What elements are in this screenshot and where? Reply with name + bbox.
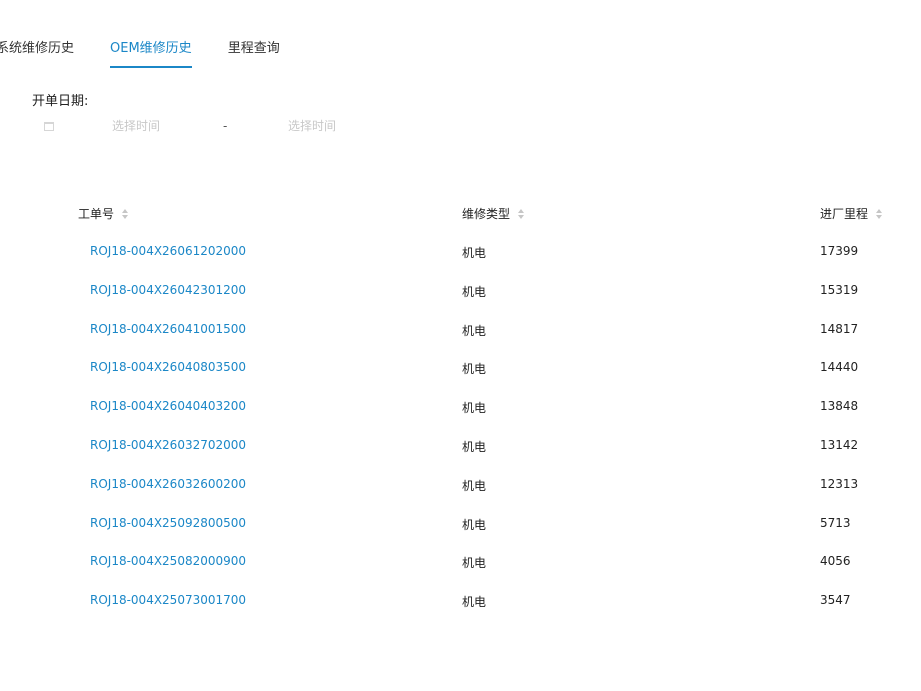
tab-system-repair-history[interactable]: 系统维修历史 — [0, 38, 74, 68]
mileage-cell: 15319 — [820, 282, 859, 297]
table-row: ROJ18-004X25082000900 机电 4056 — [0, 542, 921, 581]
table-row: ROJ18-004X25092800500 机电 5713 — [0, 504, 921, 543]
column-header-label: 进厂里程 — [820, 207, 869, 221]
mileage-cell: 12313 — [820, 476, 859, 491]
date-range-picker[interactable]: - — [40, 116, 378, 140]
column-header-repair-type[interactable]: 维修类型 — [462, 205, 525, 222]
repair-type-cell: 机电 — [462, 323, 487, 338]
table-row: ROJ18-004X26041001500 机电 14817 — [0, 310, 921, 349]
calendar-icon — [44, 122, 54, 131]
repair-history-table: 工单号 维修类型 进厂里程 ROJ18-004X26061202000 机电 1… — [0, 194, 921, 620]
table-row: ROJ18-004X26040803500 机电 14440 — [0, 348, 921, 387]
repair-type-cell: 机电 — [462, 401, 487, 416]
sort-icon[interactable] — [518, 208, 525, 219]
order-no-link[interactable]: ROJ18-004X26040803500 — [90, 360, 246, 374]
repair-type-cell: 机电 — [462, 595, 487, 610]
repair-type-cell: 机电 — [462, 284, 487, 299]
repair-type-cell: 机电 — [462, 362, 487, 377]
repair-type-cell: 机电 — [462, 478, 487, 493]
mileage-cell: 14440 — [820, 360, 859, 375]
order-no-link[interactable]: ROJ18-004X26042301200 — [90, 283, 246, 297]
mileage-cell: 13142 — [820, 437, 859, 452]
repair-type-cell: 机电 — [462, 556, 487, 571]
column-header-label: 维修类型 — [462, 207, 511, 221]
repair-type-cell: 机电 — [462, 439, 487, 454]
start-date-input[interactable] — [112, 119, 202, 133]
order-no-link[interactable]: ROJ18-004X26032702000 — [90, 438, 246, 452]
tab-bar: 系统维修历史 OEM维修历史 里程查询 — [0, 38, 316, 70]
table-row: ROJ18-004X25073001700 机电 3547 — [0, 581, 921, 620]
table-row: ROJ18-004X26032702000 机电 13142 — [0, 426, 921, 465]
mileage-cell: 13848 — [820, 399, 859, 414]
column-header-order-no[interactable]: 工单号 — [78, 205, 129, 222]
order-no-link[interactable]: ROJ18-004X26041001500 — [90, 322, 246, 336]
order-no-link[interactable]: ROJ18-004X26032600200 — [90, 477, 246, 491]
order-no-link[interactable]: ROJ18-004X25082000900 — [90, 554, 246, 568]
order-no-link[interactable]: ROJ18-004X25073001700 — [90, 593, 246, 607]
table-row: ROJ18-004X26061202000 机电 17399 — [0, 232, 921, 271]
order-date-label: 开单日期: — [32, 94, 89, 109]
repair-type-cell: 机电 — [462, 517, 487, 532]
column-header-mileage[interactable]: 进厂里程 — [820, 205, 883, 222]
page: 系统维修历史 OEM维修历史 里程查询 开单日期: - 工单号 维修类型 进厂里… — [0, 0, 921, 691]
tab-oem-repair-history[interactable]: OEM维修历史 — [110, 38, 192, 68]
column-header-label: 工单号 — [78, 207, 115, 221]
order-no-link[interactable]: ROJ18-004X26061202000 — [90, 244, 246, 258]
table-row: ROJ18-004X26032600200 机电 12313 — [0, 465, 921, 504]
mileage-cell: 4056 — [820, 554, 851, 569]
end-date-input[interactable] — [288, 119, 378, 133]
mileage-cell: 14817 — [820, 321, 859, 336]
order-no-link[interactable]: ROJ18-004X25092800500 — [90, 516, 246, 530]
order-no-link[interactable]: ROJ18-004X26040403200 — [90, 399, 246, 413]
table-row: ROJ18-004X26042301200 机电 15319 — [0, 271, 921, 310]
date-range-separator: - — [223, 119, 228, 133]
sort-icon[interactable] — [876, 208, 883, 219]
sort-icon[interactable] — [122, 208, 129, 219]
mileage-cell: 3547 — [820, 593, 851, 608]
mileage-cell: 17399 — [820, 244, 859, 258]
tab-mileage-query[interactable]: 里程查询 — [228, 38, 280, 68]
mileage-cell: 5713 — [820, 515, 851, 530]
table-header: 工单号 维修类型 进厂里程 — [0, 194, 921, 232]
table-row: ROJ18-004X26040403200 机电 13848 — [0, 387, 921, 426]
repair-type-cell: 机电 — [462, 246, 487, 260]
